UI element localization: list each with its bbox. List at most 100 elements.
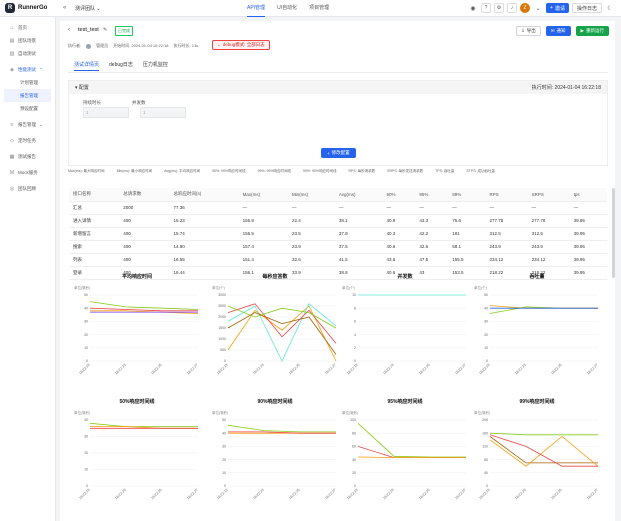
x-tick-label: 16:22:27	[324, 488, 336, 500]
y-tick-label: 100	[350, 418, 356, 422]
concurrency-input[interactable]: 1	[140, 107, 186, 118]
y-tick-label: 10	[84, 346, 88, 350]
table-scrollbar[interactable]	[612, 188, 615, 278]
scene-icon: ▤	[9, 37, 15, 44]
metric-legend: Max(ms): 最大响应时间 Min(ms): 最小响应时间 Avg(ms):…	[68, 169, 608, 174]
table-cell: 277.78	[485, 214, 528, 228]
project-selector[interactable]: 测评团队 ⌄	[75, 5, 101, 12]
start-time: 开始时间: 2024-01-04 16:22:18	[113, 43, 169, 48]
sidebar-item-mock[interactable]: M Mock服务	[0, 166, 55, 179]
help-icon[interactable]: ?	[481, 3, 492, 13]
exec-time: 执行时间: 2024-01-04 16:22:18	[531, 85, 601, 91]
x-tick-label: 16:22:19	[478, 488, 490, 500]
config-title: 配置	[78, 85, 89, 91]
sidebar-item-scheduled[interactable]: ◇ 定时任务	[0, 134, 55, 147]
table-cell: 157.4	[238, 240, 288, 254]
back-icon[interactable]: ‹	[68, 27, 70, 33]
table-cell: 243.9	[485, 240, 528, 254]
duration-label: 持续时长	[83, 100, 101, 105]
nav-api-management[interactable]: API管理	[247, 0, 266, 17]
avatar[interactable]: Z	[520, 3, 531, 13]
sidebar-sub-preset[interactable]: 预设配置	[0, 102, 55, 115]
table-header-row: 接口名称 总请求数 总响应时间(s) Max(ms) Min(ms) Avg(ms) 90%…	[69, 188, 607, 202]
chart-card: 95%响应时间线 单位(毫秒) 0 20 40 60 80 100 16:22:19 16:22:…	[340, 398, 470, 506]
table-cell: —	[382, 201, 416, 215]
table-header-cell: 接口名称	[69, 188, 120, 202]
rerun-button[interactable]: ▶ 重新运行	[575, 26, 609, 36]
y-tick-label: 40	[352, 458, 356, 462]
tab-test-detail[interactable]: 测试详情页	[74, 61, 100, 71]
y-axis-label: 单位(毫秒)	[474, 410, 490, 415]
x-tick-label: 16:22:27	[324, 363, 336, 375]
chevron-up-icon: ⌃	[39, 66, 43, 72]
line-chart: 单位(毫秒)0102030405016:22:19 16:22:23 16:22:2…	[212, 410, 337, 500]
test-report-icon: ▦	[9, 153, 15, 160]
x-tick-label: 16:22:25	[150, 363, 162, 375]
sidebar-item-report-mgmt[interactable]: ≡ 报告管理 ⌄	[0, 118, 55, 131]
table-cell: 43.6	[382, 253, 416, 267]
table-cell: —	[527, 201, 570, 215]
sidebar-item-home[interactable]: ⌂ 首页	[0, 21, 55, 34]
sidebar-item-performance[interactable]: ◈ 性能测试 ⌃	[0, 63, 55, 76]
collapse-sidebar-icon[interactable]: «	[63, 5, 66, 11]
y-tick-label: 20	[352, 471, 356, 475]
table-cell: 39.95	[569, 214, 607, 228]
legend-item: STPS: 成功吞吐量	[466, 169, 495, 173]
sidebar-sub-plan[interactable]: 计划管理	[0, 76, 55, 89]
config-header[interactable]: ▾ 配置 执行时间: 2024-01-04 16:22:18	[69, 81, 607, 94]
settings-icon[interactable]: ⚙	[494, 3, 505, 13]
table-row: 列表 400 16.55 151.4 32.6 41.5 43.6 47.5 155.5 234.…	[69, 253, 607, 267]
legend-item: Min(ms): 最小响应时间	[116, 169, 153, 173]
y-tick-label: 80	[352, 431, 356, 435]
table-header-cell: Min(ms)	[287, 188, 335, 202]
y-tick-label: 40	[84, 306, 88, 310]
line-chart: 单位(毫秒)0102030405016:22:19 16:22:23 16:22:2…	[74, 285, 199, 375]
debug-mode-button[interactable]: ⌄ debug模式: 全部日志	[212, 40, 270, 50]
chart-card: 90%响应时间线 单位(毫秒) 0 10 20 30 40 50 16:22:19 16:22:2…	[210, 398, 340, 506]
github-icon[interactable]: ◉	[468, 3, 478, 13]
y-tick-label: 30	[84, 320, 88, 324]
table-cell: 23.9	[287, 240, 335, 254]
table-cell: 155.5	[448, 253, 486, 267]
chart-title: 平均响应时间	[121, 274, 152, 280]
table-cell: 400	[119, 214, 170, 228]
sidebar-sub-report[interactable]: 报告管理	[4, 89, 51, 102]
nav-ui-automation[interactable]: UI自动化	[277, 0, 297, 17]
table-cell: —	[569, 201, 607, 215]
y-tick-label: 4	[354, 333, 356, 337]
series-line	[227, 424, 336, 433]
table-cell: 15.23	[169, 214, 239, 228]
divider	[68, 72, 608, 73]
table-cell: 22.4	[287, 214, 335, 228]
notify-button[interactable]: ✉ 通知	[545, 26, 571, 36]
duration-input[interactable]: 1	[83, 107, 129, 118]
notification-icon[interactable]: ♪	[507, 3, 518, 13]
performance-icon: ◈	[10, 66, 14, 73]
y-axis-label: 单位(毫秒)	[342, 410, 358, 415]
operation-log-button[interactable]: 操作日志	[571, 3, 602, 13]
x-tick-label: 16:22:19	[78, 363, 90, 375]
dropdown-icon[interactable]: ⌄	[533, 3, 543, 13]
sidebar-item-review[interactable]: ◎ 团队回顾	[0, 182, 55, 195]
tab-machine-monitor[interactable]: 压力机监控	[143, 61, 168, 71]
table-header-cell: RPS	[485, 188, 528, 202]
x-tick-label: 16:22:19	[346, 488, 358, 500]
sidebar-item-test-reports[interactable]: ▦ 测试报告	[0, 150, 55, 163]
chart-title: 95%响应时间线	[387, 399, 423, 405]
y-tick-label: 40	[222, 431, 226, 435]
invite-button[interactable]: + 邀请	[546, 3, 569, 13]
tab-debug-log[interactable]: debug日志	[109, 61, 133, 71]
edit-icon[interactable]: ✎	[103, 27, 107, 33]
export-button[interactable]: ⇩ 导出	[515, 26, 541, 36]
sidebar-item-auto-test[interactable]: ▥ 自动测试	[0, 47, 55, 60]
table-header-cell: Max(ms)	[238, 188, 288, 202]
logo[interactable]: R RunnerGo	[5, 3, 47, 13]
report-meta: 执行者: 管理员 开始时间: 2024-01-04 16:22:18 执行时长:…	[68, 43, 198, 49]
nav-project-management[interactable]: 项目管理	[309, 0, 329, 17]
theme-toggle-icon[interactable]: ☾	[605, 3, 615, 13]
y-tick-label: 30	[222, 445, 226, 449]
modify-config-button[interactable]: + 修改配置	[321, 148, 356, 158]
chart-card: 并发数 单位(个) 0 2 4 6 8 10 16:22:19 16:22:23 16:22:25 1…	[340, 273, 470, 381]
table-cell: 39.95	[569, 253, 607, 267]
sidebar-item-team-scenes[interactable]: ▤ 团队场景	[0, 34, 55, 47]
